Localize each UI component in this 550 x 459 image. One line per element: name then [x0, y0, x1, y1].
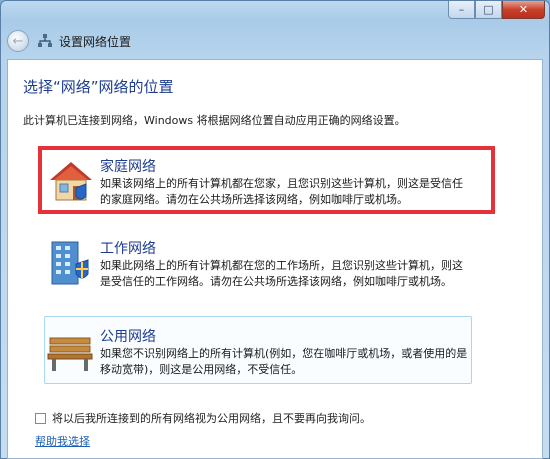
maximize-button[interactable]: □ — [475, 1, 502, 19]
network-location-window: – □ ✕ ← 设置网络位置 选择“网络”网络的位置 此计算机已连接到网络，Wi… — [0, 0, 550, 459]
caption-buttons: – □ ✕ — [448, 1, 545, 20]
titlebar: ← 设置网络位置 — [7, 27, 131, 55]
option-description: 如果此网络上的所有计算机都在您的工作场所，且您识别这些计算机，则这是受信任的工作… — [100, 259, 463, 288]
option-title: 工作网络 — [100, 241, 156, 257]
option-title: 公用网络 — [100, 329, 156, 345]
help-link[interactable]: 帮助我选择 — [35, 433, 90, 449]
public-default-checkbox-row[interactable]: 将以后我所连接到的所有网络视为公用网络，且不要再向我询问。 — [35, 410, 371, 426]
page-title: 选择“网络”网络的位置 — [23, 78, 174, 96]
public-network-icon — [47, 337, 93, 371]
option-work-network[interactable]: 工作网络 如果此网络上的所有计算机都在您的工作场所，且您识别这些计算机，则这是受… — [40, 238, 472, 290]
work-network-icon — [51, 241, 89, 285]
option-description: 如果您不识别网络上的所有计算机(例如，您在咖啡厅或机场，或者使用的是移动宽带)，… — [100, 347, 468, 376]
checkbox-label: 将以后我所连接到的所有网络视为公用网络，且不要再向我询问。 — [52, 412, 371, 425]
content-panel: 选择“网络”网络的位置 此计算机已连接到网络，Windows 将根据网络位置自动… — [7, 59, 543, 459]
network-icon — [38, 34, 52, 47]
back-arrow-icon[interactable]: ← — [7, 30, 29, 52]
public-default-checkbox[interactable] — [35, 412, 46, 424]
close-button[interactable]: ✕ — [502, 1, 545, 19]
page-description: 此计算机已连接到网络，Windows 将根据网络位置自动应用正确的网络设置。 — [23, 114, 406, 127]
window-title: 设置网络位置 — [59, 34, 132, 49]
option-public-network[interactable]: 公用网络 如果您不识别网络上的所有计算机(例如，您在咖啡厅或机场，或者使用的是移… — [40, 326, 472, 378]
selection-highlight — [38, 146, 495, 214]
minimize-button[interactable]: – — [448, 1, 475, 19]
